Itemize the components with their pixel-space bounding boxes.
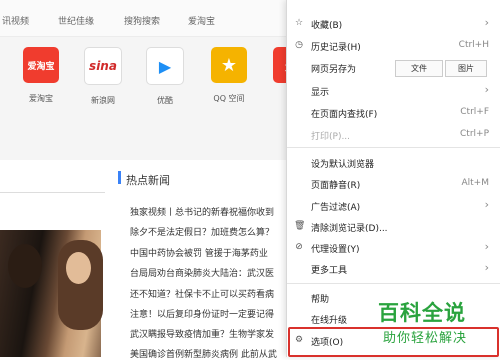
aitaobao-icon: 爱淘宝 bbox=[23, 47, 59, 83]
news-item[interactable]: 美国确诊首例新型肺炎病例 此前从武 bbox=[130, 347, 288, 360]
menu-item-ad-filter[interactable]: 广告过滤(A) › bbox=[287, 196, 500, 216]
save-as-image-button[interactable]: 图片 bbox=[445, 60, 487, 77]
star-icon: ☆ bbox=[294, 18, 304, 28]
site-sina[interactable]: sina 新浪网 bbox=[78, 47, 128, 106]
menu-item-label: 页面静音(R) bbox=[311, 181, 361, 191]
site-label: QQ 空间 bbox=[213, 94, 245, 103]
menu-item-mute[interactable]: 页面静音(R) Alt+M bbox=[287, 174, 500, 194]
menu-divider bbox=[287, 147, 500, 148]
menu-item-label: 广告过滤(A) bbox=[311, 203, 361, 213]
menu-item-label: 网页另存为 bbox=[311, 65, 357, 75]
chevron-right-icon: › bbox=[484, 83, 489, 96]
sina-icon: sina bbox=[84, 47, 122, 85]
trash-icon: 🗑 bbox=[294, 221, 306, 231]
news-left-header bbox=[0, 162, 105, 193]
menu-divider bbox=[287, 283, 500, 284]
qzone-icon: ★ bbox=[211, 47, 247, 83]
news-item[interactable]: 除夕不是法定假日？加班费怎么算？ bbox=[130, 225, 288, 238]
photo-person-face bbox=[66, 252, 91, 284]
chevron-right-icon: › bbox=[484, 240, 489, 253]
link-icon: ⊘ bbox=[295, 242, 303, 252]
menu-item-label: 帮助 bbox=[311, 295, 330, 305]
menu-item-label: 设为默认浏览器 bbox=[311, 160, 375, 170]
chevron-right-icon: › bbox=[484, 16, 489, 29]
chevron-right-icon: › bbox=[484, 261, 489, 274]
nav-link-video[interactable]: 讯视频 bbox=[2, 14, 29, 27]
menu-item-label: 更多工具 bbox=[311, 266, 348, 276]
menu-item-more-tools[interactable]: 更多工具 › bbox=[287, 259, 500, 279]
site-qzone[interactable]: ★ QQ 空间 bbox=[204, 47, 254, 104]
site-label: 爱淘宝 bbox=[29, 94, 53, 103]
menu-item-print[interactable]: 打印(P)... Ctrl+P bbox=[287, 125, 500, 145]
nav-link-jiayuan[interactable]: 世纪佳缘 bbox=[58, 14, 94, 27]
menu-shortcut: Ctrl+H bbox=[458, 40, 489, 50]
menu-item-favorites[interactable]: ☆ 收藏(B) › bbox=[287, 14, 500, 34]
menu-item-label: 历史记录(H) bbox=[311, 43, 361, 53]
menu-item-set-default[interactable]: 设为默认浏览器 bbox=[287, 153, 500, 173]
top-nav-bar: 讯视频 世纪佳缘 搜狗搜索 爱淘宝 bbox=[0, 0, 290, 37]
menu-item-label: 在线升级 bbox=[311, 316, 348, 326]
menu-item-find[interactable]: 在页面内查找(F) Ctrl+F bbox=[287, 103, 500, 123]
menu-item-display[interactable]: 显示 › bbox=[287, 81, 500, 101]
menu-item-label: 代理设置(Y) bbox=[311, 245, 360, 255]
menu-shortcut: Ctrl+F bbox=[460, 107, 489, 117]
menu-shortcut: Ctrl+P bbox=[460, 129, 489, 139]
menu-item-clear-history[interactable]: 🗑 清除浏览记录(D)... bbox=[287, 217, 500, 237]
nav-link-aitaobao[interactable]: 爱淘宝 bbox=[188, 14, 215, 27]
menu-item-label: 在页面内查找(F) bbox=[311, 110, 378, 120]
menu-item-label: 显示 bbox=[311, 88, 330, 98]
site-label: 新浪网 bbox=[91, 96, 115, 105]
news-item[interactable]: 台局局劝台商染肺炎大陆治：武汉医 bbox=[130, 266, 288, 279]
news-item[interactable]: 中国中药协会被罚 管援于海茅药业 bbox=[130, 246, 288, 259]
youku-icon: ▶ bbox=[146, 47, 184, 85]
menu-shortcut: Alt+M bbox=[461, 178, 490, 188]
watermark-subtitle: 助你轻松解决 bbox=[383, 331, 468, 346]
menu-item-label: 清除浏览记录(D)... bbox=[311, 224, 388, 234]
site-youku[interactable]: ▶ 优酷 bbox=[140, 47, 190, 106]
nav-link-sogou[interactable]: 搜狗搜索 bbox=[124, 14, 160, 27]
news-item[interactable]: 独家视频丨总书记的新春祝福你收到 bbox=[130, 205, 288, 218]
chevron-right-icon: › bbox=[484, 198, 489, 211]
menu-item-history[interactable]: ◷ 历史记录(H) Ctrl+H bbox=[287, 36, 500, 56]
menu-item-label: 收藏(B) bbox=[311, 21, 343, 31]
hot-news-title: 热点新闻 bbox=[126, 174, 170, 187]
section-accent-bar bbox=[118, 171, 121, 184]
photo-person-left bbox=[8, 244, 42, 288]
news-item[interactable]: 注意！以后复印身份证时一定要记得 bbox=[130, 307, 288, 320]
clock-icon: ◷ bbox=[295, 40, 303, 50]
menu-item-label: 打印(P)... bbox=[311, 132, 351, 142]
news-item[interactable]: 武汉瞒报导致疫情加重？生物学家发 bbox=[130, 327, 288, 340]
save-as-file-button[interactable]: 文件 bbox=[395, 60, 443, 77]
news-photo[interactable] bbox=[0, 230, 103, 357]
quick-sites-panel: 爱淘宝 爱淘宝 sina 新浪网 ▶ 优酷 ★ QQ 空间 天 天 bbox=[0, 37, 309, 160]
news-item[interactable]: 还不知道？社保卡不止可以买药看病 bbox=[130, 287, 288, 300]
watermark-title: 百科全说 bbox=[378, 301, 466, 325]
site-aitaobao[interactable]: 爱淘宝 爱淘宝 bbox=[16, 47, 66, 104]
site-label: 优酷 bbox=[157, 96, 173, 105]
menu-item-proxy[interactable]: ⊘ 代理设置(Y) › bbox=[287, 238, 500, 258]
